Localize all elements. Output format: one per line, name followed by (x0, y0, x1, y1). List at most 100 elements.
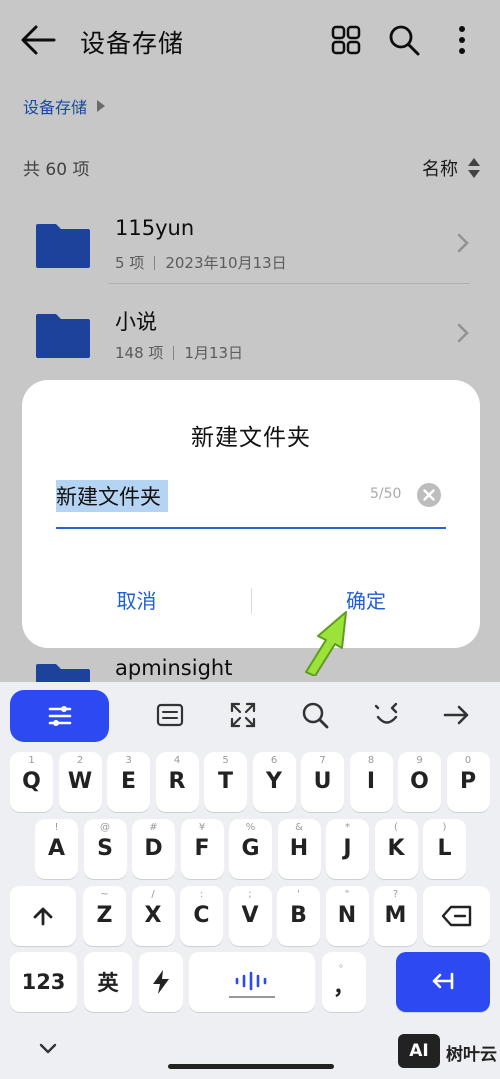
key-secondary-label: * (345, 822, 350, 833)
key-h[interactable]: & H (277, 819, 321, 879)
key-l[interactable]: ) L (423, 819, 466, 879)
arrow-right-icon[interactable] (442, 700, 472, 730)
key-secondary-label: ' (297, 889, 300, 900)
key-secondary-label: & (295, 822, 303, 833)
key-e[interactable]: 3E (107, 752, 150, 812)
space-key[interactable] (189, 952, 315, 1012)
key-secondary-label: : (199, 889, 204, 900)
language-key[interactable]: 英 (84, 952, 132, 1012)
key-label: Q (22, 769, 41, 794)
home-indicator (168, 1064, 334, 1069)
punctuation-key-sub: 。 (339, 959, 349, 970)
key-secondary-label: % (245, 822, 256, 833)
expand-icon[interactable] (228, 700, 258, 730)
key-secondary-label: 2 (76, 755, 84, 766)
soft-keyboard: 1Q2W3E4R5T6Y7U8I9O0P ! A @ S # D ¥ F% G & H * J(K) L … (0, 682, 500, 1079)
key-d[interactable]: # D (132, 819, 175, 879)
key-label: M (384, 903, 407, 928)
key-label: N (337, 903, 357, 928)
key-x[interactable]: / X (131, 886, 175, 946)
key-secondary-label: ~ (100, 889, 109, 900)
key-label: H (289, 836, 309, 861)
key-secondary-label: 9 (416, 755, 423, 766)
key-label: P (459, 769, 477, 794)
backspace-key[interactable] (423, 886, 490, 946)
clear-input-icon[interactable] (416, 482, 442, 508)
key-label: U (313, 769, 332, 794)
screen: 设备存储 设备存储 共 60 项 名称 115yun 5 项 2023年10月1… (0, 0, 500, 1079)
confirm-button[interactable]: 确定 (252, 578, 480, 624)
key-o[interactable]: 9O (398, 752, 441, 812)
annotation-arrow-icon (305, 611, 347, 676)
space-underline (229, 996, 275, 998)
dialog-title: 新建文件夹 (191, 425, 311, 451)
lightning-icon (153, 970, 169, 994)
key-n[interactable]: " N (325, 886, 369, 946)
key-label: S (97, 836, 113, 861)
key-secondary-label: 4 (173, 755, 181, 766)
emoji-icon[interactable] (372, 700, 402, 730)
hide-keyboard-chevron-icon[interactable] (38, 1042, 58, 1056)
key-secondary-label: 1 (28, 755, 35, 766)
key-secondary-label: ; (248, 889, 252, 900)
key-z[interactable]: ~ Z (83, 886, 126, 946)
key-b[interactable]: ' B (277, 886, 320, 946)
key-label: K (387, 836, 405, 861)
key-g[interactable]: % G (229, 819, 272, 879)
char-counter: 5/50 (370, 486, 402, 502)
folder-name-input[interactable] (56, 480, 402, 512)
cancel-button[interactable]: 取消 (22, 578, 251, 624)
key-secondary-label: " (344, 889, 350, 900)
key-s[interactable]: @ S (83, 819, 127, 879)
key-secondary-label: ) (442, 822, 447, 833)
key-secondary-label: 5 (222, 755, 229, 766)
key-m[interactable]: ? M (374, 886, 417, 946)
key-label: C (193, 903, 210, 928)
key-v[interactable]: ; V (228, 886, 272, 946)
key-secondary-label: 6 (270, 755, 278, 766)
key-w[interactable]: 2W (58, 752, 102, 812)
key-secondary-label: ¥ (198, 822, 206, 833)
key-secondary-label: 8 (367, 755, 375, 766)
shift-key[interactable] (10, 886, 76, 946)
punctuation-key[interactable]: ， 。 (322, 952, 366, 1012)
lightning-key[interactable] (139, 952, 183, 1012)
key-y[interactable]: 6Y (252, 752, 296, 812)
key-a[interactable]: ! A (35, 819, 78, 879)
clipboard-icon[interactable] (155, 700, 185, 730)
key-k[interactable]: (K (374, 819, 418, 879)
shift-arrow-icon (33, 907, 53, 926)
voice-wave-icon (235, 971, 267, 991)
keyboard-search-icon[interactable] (300, 700, 330, 730)
key-c[interactable]: :C (180, 886, 223, 946)
key-secondary-label: ! (54, 822, 59, 833)
new-folder-dialog: 新建文件夹 5/50 取消 确定 (22, 380, 480, 648)
menu-toggle-icon (48, 706, 72, 726)
key-secondary-label: 0 (464, 755, 472, 766)
key-secondary-label: ? (392, 889, 399, 900)
numbers-key[interactable]: 123 (10, 952, 77, 1012)
key-r[interactable]: 4R (155, 752, 199, 812)
watermark-text: 树叶云 (446, 1045, 497, 1065)
key-label: V (241, 903, 259, 928)
keyboard-menu-button[interactable] (10, 690, 109, 742)
key-label: G (241, 836, 260, 861)
enter-key[interactable] (396, 952, 490, 1012)
key-t[interactable]: 5T (204, 752, 247, 812)
key-f[interactable]: ¥ F (180, 819, 224, 879)
key-label: F (194, 836, 210, 861)
key-secondary-label: 3 (125, 755, 132, 766)
key-secondary-label: # (149, 822, 158, 833)
key-label: A (47, 836, 66, 861)
key-u[interactable]: 7U (301, 752, 344, 812)
key-label: D (144, 836, 163, 861)
key-secondary-label: @ (100, 822, 110, 833)
key-p[interactable]: 0P (446, 752, 490, 812)
key-secondary-label: ( (394, 822, 398, 833)
key-secondary-label: 7 (319, 755, 326, 766)
key-i[interactable]: 8I (349, 752, 393, 812)
key-q[interactable]: 1Q (10, 752, 53, 812)
key-label: Y (266, 769, 282, 794)
key-j[interactable]: * J (326, 819, 369, 879)
keyboard-toolbar (0, 682, 500, 746)
